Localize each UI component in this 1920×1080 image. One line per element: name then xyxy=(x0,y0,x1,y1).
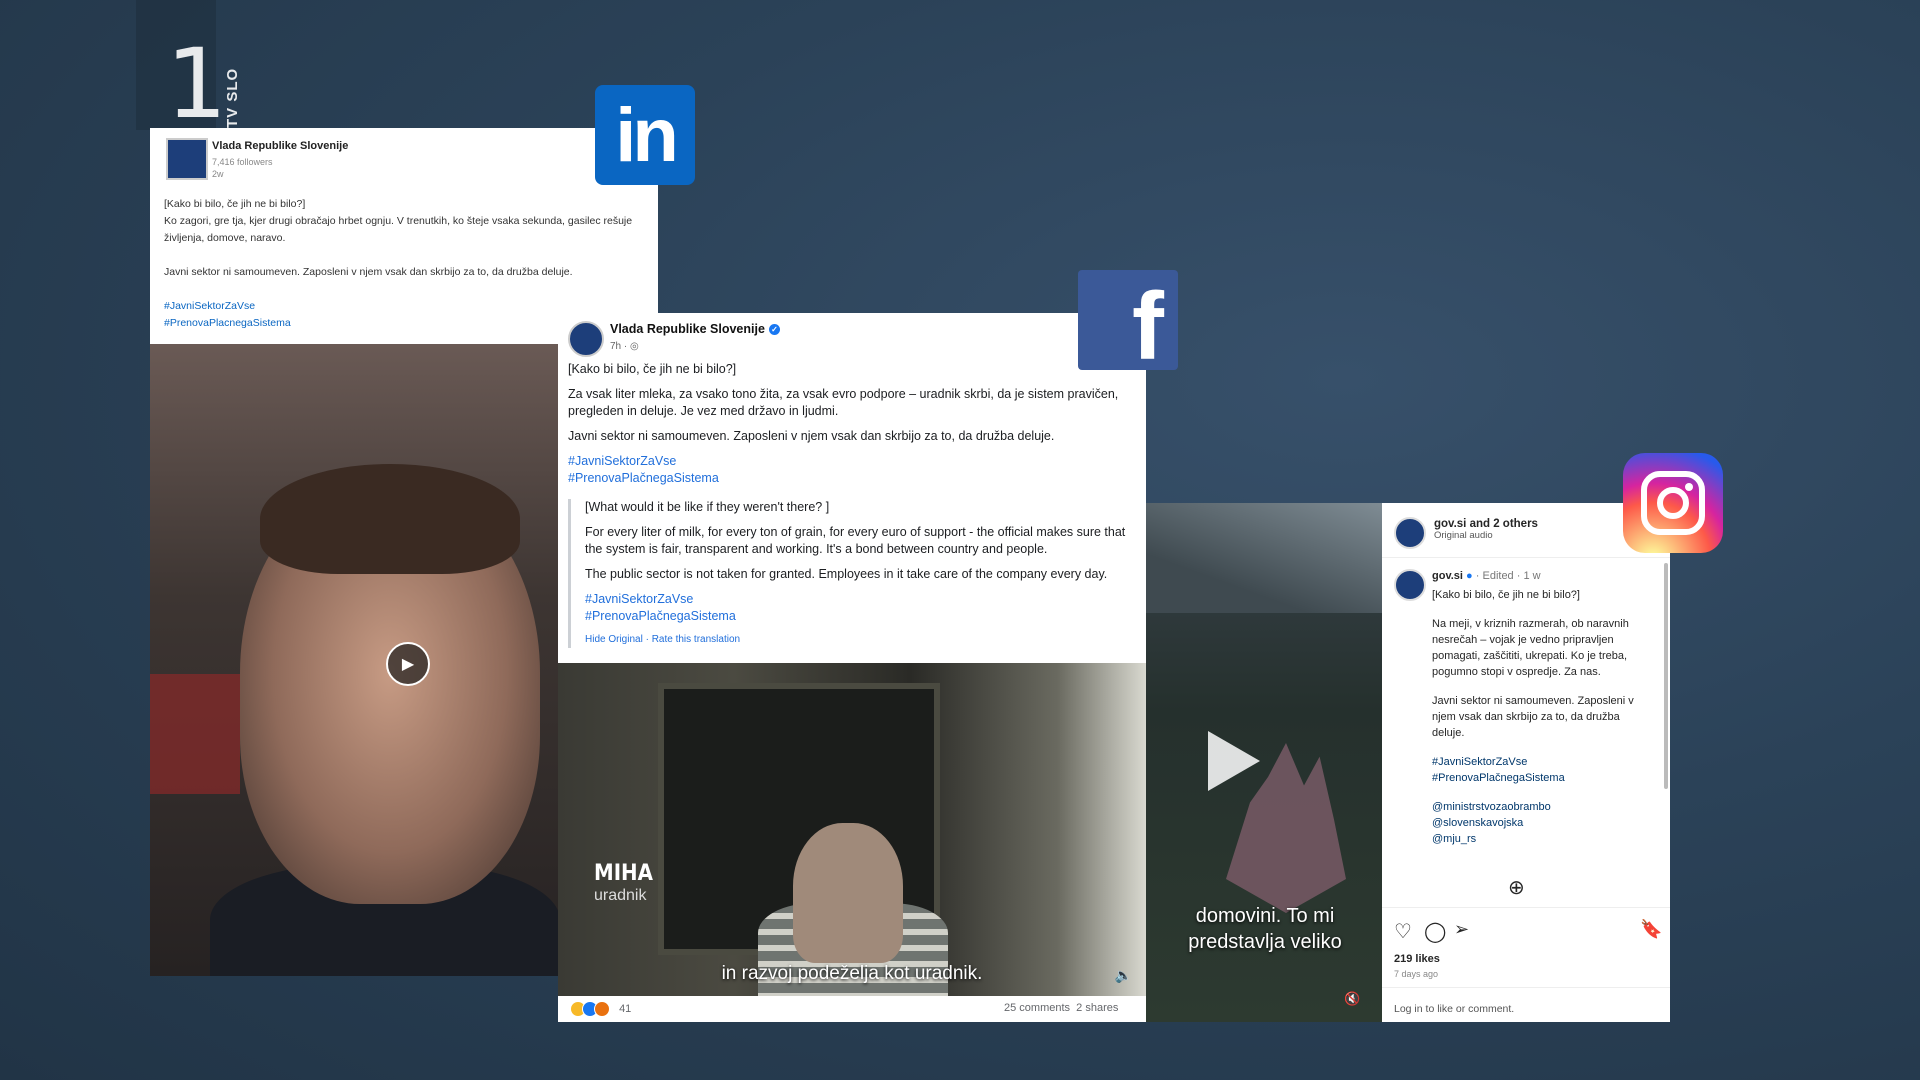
bookmark-icon[interactable]: 🔖 xyxy=(1640,919,1662,940)
divider xyxy=(1382,907,1670,908)
caption-paragraph: Javni sektor ni samoumeven. Zaposleni v … xyxy=(1432,695,1634,739)
comment-icon[interactable]: ◯ xyxy=(1424,919,1446,944)
post-body: [Kako bi bilo, če jih ne bi bilo?] Za vs… xyxy=(568,361,1134,648)
facebook-video[interactable]: MIHA uradnik in razvoj podeželja kot ura… xyxy=(558,663,1146,996)
linkedin-video[interactable]: ▶ xyxy=(150,344,560,976)
lower-third-name: MIHA xyxy=(594,861,653,886)
post-line: Javni sektor ni samoumeven. Zaposleni v … xyxy=(164,266,573,278)
post-time: 2w xyxy=(212,169,224,179)
followers-count: 7,416 followers xyxy=(212,157,273,167)
post-author[interactable]: Vlada Republike Slovenije ✓ xyxy=(610,322,780,336)
lower-third-role: uradnik xyxy=(594,887,647,904)
post-paragraph: Javni sektor ni samoumeven. Zaposleni v … xyxy=(568,429,1055,443)
play-icon[interactable] xyxy=(1208,731,1260,791)
divider xyxy=(1382,987,1670,988)
translation-block: [What would it be like if they weren't t… xyxy=(568,499,1134,648)
engagement-counts: 25 comments 2 shares xyxy=(1004,1002,1118,1014)
verified-icon: ● xyxy=(1466,570,1473,582)
hashtag-link[interactable]: #PrenovaPlačnegaSistema xyxy=(585,608,1134,625)
hashtag-link[interactable]: #PrenovaPlačnegaSistema xyxy=(568,470,1134,487)
instagram-post-panel: gov.si and 2 others Original audio gov.s… xyxy=(1382,503,1670,1022)
mute-icon[interactable]: 🔇 xyxy=(1344,991,1360,1007)
post-age: 7 days ago xyxy=(1394,969,1439,979)
translation-links[interactable]: Hide Original · Rate this translation xyxy=(585,631,1134,648)
video-subtitle: in razvoj podeželja kot uradnik. xyxy=(721,963,983,984)
comments-count[interactable]: 25 comments xyxy=(1004,1002,1070,1014)
audio-label[interactable]: Original audio xyxy=(1434,530,1538,541)
post-paragraph: Za vsak liter mleka, za vsako tono žita,… xyxy=(568,387,1119,418)
instagram-video[interactable]: domovini. To mi predstavlja veliko 🔇 xyxy=(1146,503,1382,1022)
post-header: gov.si and 2 others Original audio xyxy=(1434,518,1538,541)
background-sign xyxy=(150,674,240,794)
translation-paragraph: For every liter of milk, for every ton o… xyxy=(585,525,1126,556)
channel-name: TV SLO xyxy=(224,67,241,128)
video-roof xyxy=(1146,503,1382,613)
caption-author[interactable]: gov.si xyxy=(1432,570,1463,582)
avatar[interactable] xyxy=(1394,569,1426,601)
mention-link[interactable]: @mju_rs xyxy=(1432,831,1654,847)
post-time: 7h · ◎ xyxy=(610,341,639,352)
post-heading: [Kako bi bilo, če jih ne bi bilo?] xyxy=(568,362,737,376)
divider xyxy=(1382,557,1670,558)
shares-count[interactable]: 2 shares xyxy=(1076,1002,1118,1014)
avatar xyxy=(166,138,208,180)
facebook-post-footer: 41 25 comments 2 shares xyxy=(558,996,1146,1022)
reactions[interactable]: 41 xyxy=(570,1001,631,1017)
post-author-name: Vlada Republike Slovenije xyxy=(610,322,765,336)
avatar[interactable] xyxy=(1394,517,1426,549)
instagram-camera-icon xyxy=(1641,471,1705,535)
hashtag-link[interactable]: #PrenovaPlačnegaSistema xyxy=(1432,770,1654,786)
collab-names[interactable]: gov.si and 2 others xyxy=(1434,518,1538,530)
login-prompt[interactable]: Log in to like or comment. xyxy=(1394,1003,1514,1015)
avatar xyxy=(568,321,604,357)
video-subtitle: domovini. To mi predstavlja veliko xyxy=(1188,905,1342,953)
post-author[interactable]: Vlada Republike Slovenije xyxy=(212,140,348,152)
channel-number: 1 xyxy=(166,28,228,140)
facebook-logo-icon: f xyxy=(1078,270,1178,370)
facebook-post: Vlada Republike Slovenije ✓ 7h · ◎ [Kako … xyxy=(558,313,1146,663)
reaction-count: 41 xyxy=(619,1002,632,1015)
play-icon[interactable]: ▶ xyxy=(386,642,430,686)
mention-link[interactable]: @slovenskavojska xyxy=(1432,815,1654,831)
linkedin-post: Vlada Republike Slovenije 7,416 follower… xyxy=(150,128,658,344)
scrollbar[interactable] xyxy=(1664,563,1668,789)
hashtag-link[interactable]: #JavniSektorZaVse xyxy=(1432,754,1654,770)
volume-icon[interactable]: 🔈 xyxy=(1115,967,1132,984)
hashtag-link[interactable]: #JavniSektorZaVse xyxy=(585,591,1134,608)
hashtag-link[interactable]: #JavniSektorZaVse xyxy=(568,453,1134,470)
caption-header: gov.si ● · Edited · 1 w xyxy=(1432,570,1652,582)
channel-logo: 1 xyxy=(136,0,227,132)
mention-link[interactable]: @ministrstvozaobrambo xyxy=(1432,799,1654,815)
translation-paragraph: The public sector is not taken for grant… xyxy=(585,567,1108,581)
add-icon[interactable]: ⊕ xyxy=(1508,875,1525,900)
caption-heading: [Kako bi bilo, če jih ne bi bilo?] xyxy=(1432,589,1580,601)
heart-icon[interactable]: ♡ xyxy=(1394,919,1412,944)
video-person-hair xyxy=(260,464,520,574)
post-meta: 7,416 followers 2w xyxy=(212,156,273,180)
video-person-head xyxy=(793,823,903,963)
post-line: [Kako bi bilo, če jih ne bi bilo?] xyxy=(164,198,306,210)
verified-icon: ✓ xyxy=(768,324,780,336)
angry-icon xyxy=(594,1001,610,1017)
share-icon[interactable]: ➢ xyxy=(1454,919,1469,940)
caption-body: [Kako bi bilo, če jih ne bi bilo?] Na me… xyxy=(1432,587,1654,860)
caption-meta: · Edited · 1 w xyxy=(1475,570,1541,582)
instagram-logo-icon xyxy=(1623,453,1723,553)
likes-count[interactable]: 219 likes xyxy=(1394,953,1440,965)
caption-paragraph: Na meji, v kriznih razmerah, ob naravnih… xyxy=(1432,618,1629,678)
translation-heading: [What would it be like if they weren't t… xyxy=(585,500,830,514)
linkedin-logo-icon: in xyxy=(595,85,695,185)
post-body: [Kako bi bilo, če jih ne bi bilo?] Ko za… xyxy=(164,196,644,332)
post-line: Ko zagori, gre tja, kjer drugi obračajo … xyxy=(164,215,633,244)
facebook-logo-glyph: f xyxy=(1132,273,1164,370)
